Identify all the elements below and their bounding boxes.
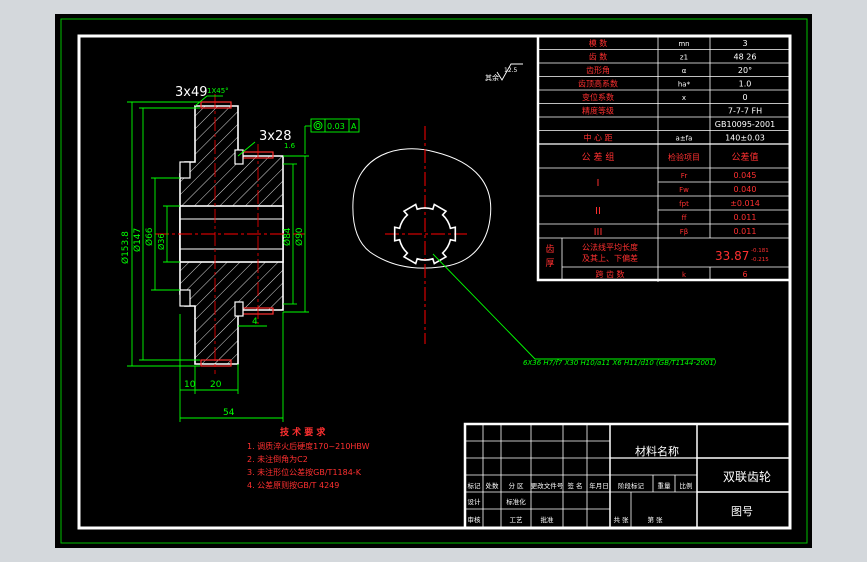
chamfer-top-label: 3x49 — [175, 85, 208, 100]
dim-84: Ø84 — [282, 227, 293, 246]
tol-group: III — [594, 227, 603, 238]
tb-label: 签 名 — [567, 481, 582, 490]
dim-outer: Ø153.8 — [120, 231, 131, 264]
param-symbol: ha* — [678, 81, 691, 89]
tb-label: 批准 — [541, 515, 555, 524]
tech-item-2: 2. 未注倒角为C2 — [247, 454, 308, 464]
datum-letter: A — [351, 122, 357, 131]
spline-leader — [432, 253, 715, 360]
svg-text:其余: 其余 — [485, 73, 499, 82]
dim-spline: Ø36 — [156, 234, 166, 250]
tech-item-3: 3. 未注形位公差按GB/T1184-K — [247, 467, 362, 477]
dim-147: Ø147 — [132, 228, 143, 252]
tol-group-header: 公 差 组 — [582, 151, 615, 163]
gear-drawing: 3x49 1X45° 3x28 Ø153.8 Ø147 Ø66 Ø36 Ø84 … — [60, 18, 808, 544]
drawing-number-label: 图号 — [731, 505, 753, 518]
tb-label: 阶段标记 — [618, 481, 645, 490]
param-value: 20° — [738, 66, 752, 75]
param-symbol: mn — [678, 40, 689, 48]
thickness-label-1: 齿 — [545, 244, 554, 255]
span-label: 跨 齿 数 — [595, 269, 624, 279]
param-value: 0 — [742, 93, 747, 102]
param-value: 1.0 — [739, 80, 752, 89]
section-view: 3x49 1X45° 3x28 Ø153.8 Ø147 Ø66 Ø36 Ø84 … — [120, 63, 523, 422]
coaxiality-frame: 0.03 A — [310, 118, 360, 133]
tol-group: II — [595, 206, 601, 217]
tol-value: 0.011 — [734, 227, 757, 236]
coaxiality-value: 0.03 — [327, 122, 345, 131]
tech-item-1: 1. 调质淬火后硬度170~210HBW — [247, 441, 370, 451]
tol-value-header: 公差值 — [731, 151, 758, 163]
param-symbol: x — [682, 94, 686, 102]
end-view: 6X36 H7/f7 X30 H10/a11 X6 H11/d10 (GB/T1… — [352, 126, 717, 367]
material-label: 材料名称 — [635, 444, 679, 458]
dim-90: Ø90 — [294, 227, 305, 246]
tol-symbol: fpt — [679, 200, 689, 208]
tol-group: I — [597, 178, 600, 189]
tol-value: 0.040 — [734, 185, 757, 194]
tb-label: 重量 — [658, 482, 672, 490]
param-name: 模 数 — [589, 38, 608, 48]
param-symbol: α — [682, 67, 687, 75]
span-value: 6 — [742, 270, 747, 279]
title-block-text: 材料名称 双联齿轮 图号 标记 处数分 区更改文件号签 名年月日 设计 标准化 阶段标… — [468, 444, 772, 524]
tech-title: 技 术 要 求 — [280, 426, 326, 438]
dim-20: 20 — [210, 380, 222, 390]
dim-66: Ø66 — [144, 227, 155, 246]
tol-value: 0.045 — [734, 171, 757, 180]
param-symbol: z1 — [680, 54, 688, 62]
tb-label: 标记 — [468, 481, 482, 490]
tech-requirements: 技 术 要 求 1. 调质淬火后硬度170~210HBW 2. 未注倒角为C2 … — [247, 426, 370, 490]
dim-54: 54 — [223, 408, 235, 418]
tb-label: 处数 — [486, 481, 500, 490]
tb-label: 设计 — [468, 497, 482, 506]
param-value: 48 26 — [734, 53, 757, 62]
tol-item-header: 检验项目 — [668, 152, 700, 162]
thickness-upper: -0.181 — [751, 248, 769, 254]
tb-label: 工艺 — [510, 516, 524, 524]
svg-text:12.5: 12.5 — [504, 67, 518, 74]
param-value: GB10095-2001 — [715, 120, 775, 129]
tol-value: 0.011 — [734, 213, 757, 222]
tol-symbol: Fβ — [680, 228, 689, 236]
tb-label: 审核 — [468, 515, 482, 524]
tol-value: ±0.014 — [730, 199, 760, 208]
roughness-other: 其余 12.5 — [485, 63, 523, 82]
param-name: 齿 数 — [589, 52, 608, 62]
drawing-title: 双联齿轮 — [723, 470, 771, 484]
param-value: 3 — [742, 39, 747, 48]
thickness-value: 33.87 — [715, 249, 749, 263]
param-name: 精度等级 — [582, 106, 614, 116]
tb-label: 更改文件号 — [531, 481, 564, 490]
thickness-lower: -0.215 — [751, 257, 769, 263]
tb-label: 标准化 — [506, 497, 526, 506]
dim-4: 4 — [252, 317, 258, 327]
tb-label: 共 张 — [613, 515, 629, 524]
tb-label: 年月日 — [589, 481, 609, 490]
param-symbol: a±fa — [676, 135, 693, 143]
spline-callout: 6X36 H7/f7 X30 H10/a11 X6 H11/d10 (GB/T1… — [523, 359, 717, 367]
tb-label: 分 区 — [508, 481, 524, 490]
param-name: 变位系数 — [582, 92, 614, 102]
thickness-label-2: 厚 — [545, 258, 554, 269]
tech-item-4: 4. 公差原则按GB/T 4249 — [247, 480, 339, 490]
span-symbol: k — [682, 271, 687, 279]
param-value: 7-7-7 FH — [728, 107, 762, 116]
param-name: 齿顶高系数 — [578, 79, 618, 89]
param-name: 齿形角 — [586, 65, 610, 75]
dim-10: 10 — [184, 380, 196, 390]
tol-symbol: ff — [682, 214, 687, 222]
parameter-table: 模 数 mn 3 齿 数 z1 48 26 齿形角 α 20° 齿顶高系数 ha* 1.0 变位系数 x 0… — [536, 34, 792, 282]
tb-label: 比例 — [680, 481, 693, 490]
tb-label: 第 张 — [647, 515, 663, 524]
param-name: 中 心 距 — [583, 133, 612, 143]
roughness-mid: 1.6 — [284, 142, 296, 150]
chamfer-top-angle: 1X45° — [207, 87, 229, 95]
thickness-desc-2: 及其上、下偏差 — [582, 253, 638, 263]
tol-symbol: Fr — [681, 172, 688, 180]
tol-symbol: Fw — [679, 186, 689, 194]
thickness-desc-1: 公法线平均长度 — [582, 242, 638, 252]
cad-viewport[interactable]: 3x49 1X45° 3x28 Ø153.8 Ø147 Ø66 Ø36 Ø84 … — [55, 14, 812, 548]
param-value: 140±0.03 — [725, 134, 765, 143]
